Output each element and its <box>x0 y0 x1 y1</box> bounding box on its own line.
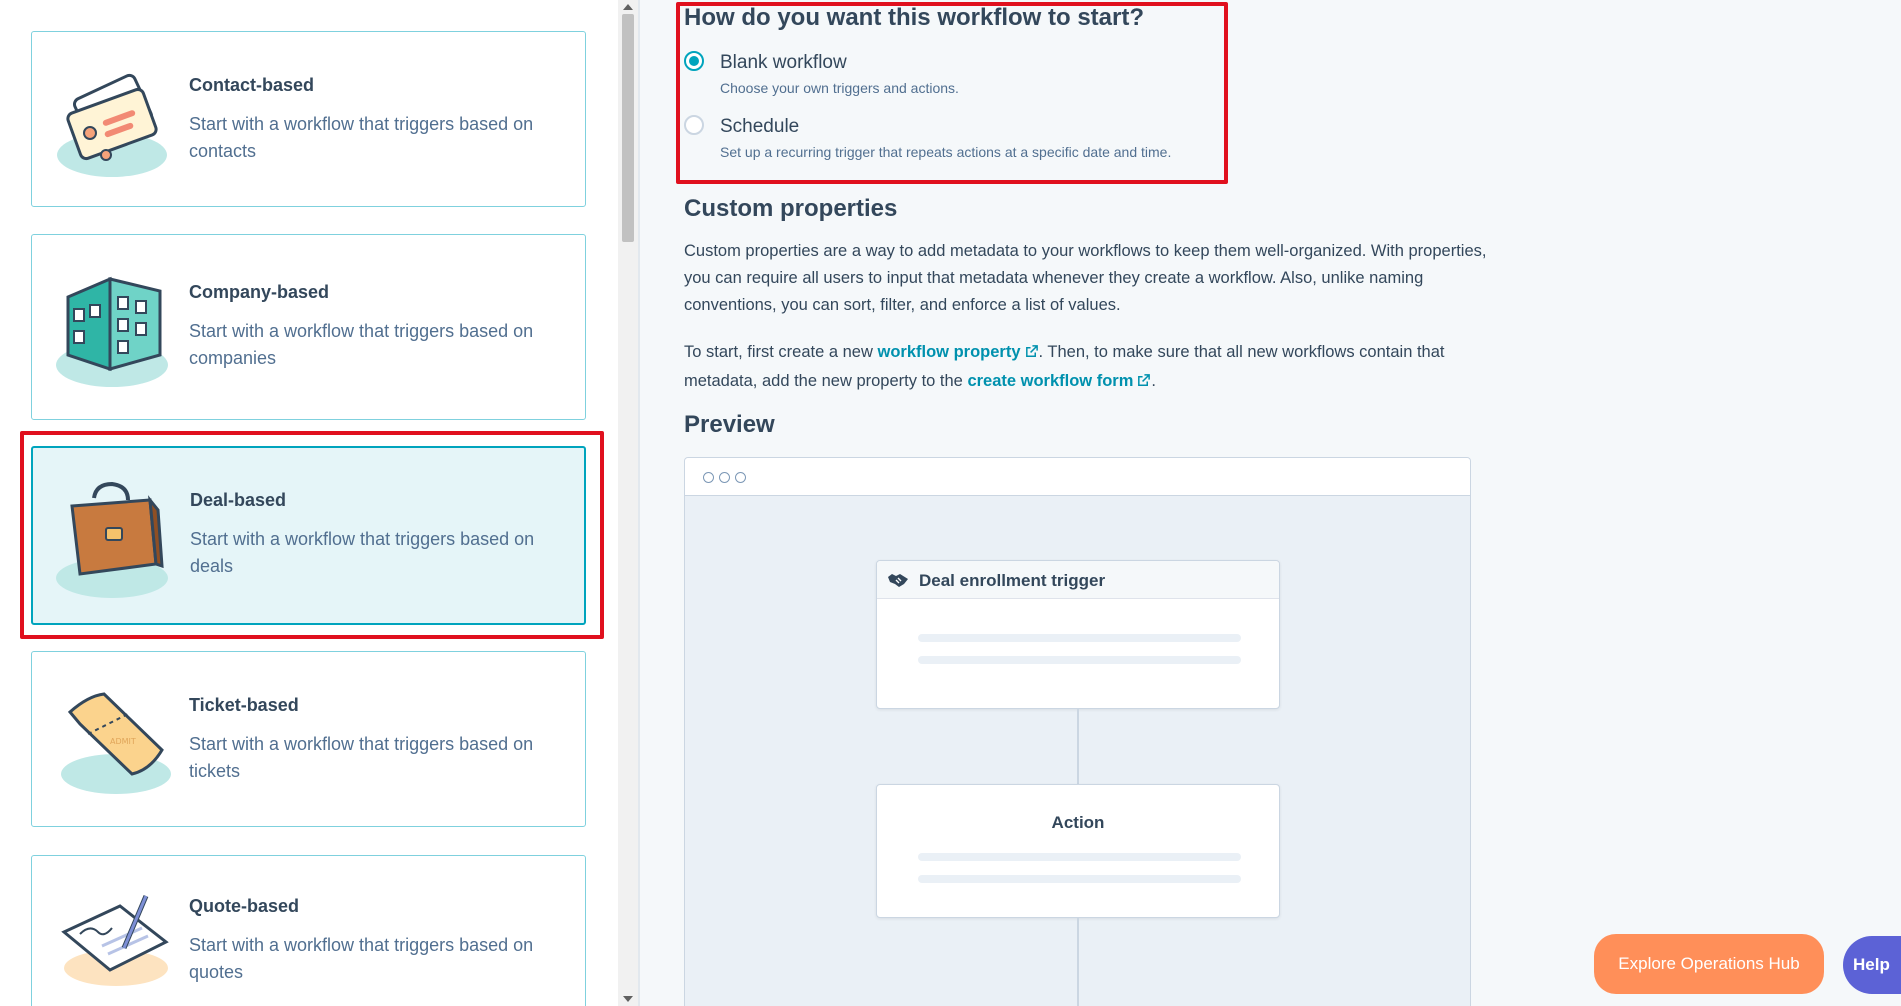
window-dot-icon <box>719 472 730 483</box>
explore-operations-hub-button[interactable]: Explore Operations Hub <box>1594 934 1824 994</box>
placeholder-line <box>918 875 1241 883</box>
radio-blank-workflow[interactable] <box>684 51 704 71</box>
workflow-property-link-label: workflow property <box>877 343 1021 361</box>
instructions-text-end: . <box>1151 372 1156 390</box>
ticket-icon: ADMIT <box>61 692 171 794</box>
instructions-text-start: To start, first create a new <box>684 343 878 361</box>
card-title: Ticket-based <box>189 695 299 715</box>
scroll-up-icon[interactable] <box>623 4 633 10</box>
card-ticket-based[interactable]: ADMIT Ticket-based Start with a workflow… <box>31 651 586 827</box>
workflow-options-panel: How do you want this workflow to start? … <box>640 0 1901 1006</box>
preview-heading: Preview <box>684 411 775 438</box>
card-description: Start with a workflow that triggers base… <box>189 734 534 781</box>
card-title: Company-based <box>189 282 330 302</box>
radio-help-schedule: Set up a recurring trigger that repeats … <box>720 144 1172 160</box>
signed-document-icon <box>61 895 169 986</box>
scroll-thumb[interactable] <box>622 14 634 242</box>
card-deal-based[interactable]: Deal-based Start with a workflow that tr… <box>31 446 586 625</box>
placeholder-line <box>918 634 1241 642</box>
card-company-based[interactable]: Company-based Start with a workflow that… <box>31 234 586 420</box>
radio-label-blank-workflow[interactable]: Blank workflow <box>720 52 847 74</box>
handshake-icon <box>888 574 908 587</box>
card-description: Start with a workflow that triggers base… <box>189 114 534 161</box>
card-description: Start with a workflow that triggers base… <box>189 935 534 982</box>
card-contact-based[interactable]: Contact-based Start with a workflow that… <box>31 31 586 207</box>
card-description: Start with a workflow that triggers base… <box>189 321 534 368</box>
trigger-node: Deal enrollment trigger <box>876 560 1280 709</box>
create-workflow-form-link[interactable]: create workflow form <box>967 372 1151 390</box>
custom-properties-instructions: To start, first create a new workflow pr… <box>684 338 1504 396</box>
radio-label-schedule[interactable]: Schedule <box>720 116 799 138</box>
briefcase-icon <box>56 481 168 598</box>
external-link-icon <box>1138 374 1151 386</box>
help-button[interactable]: Help <box>1843 936 1901 994</box>
node-connector <box>1077 918 1079 1006</box>
create-workflow-form-link-label: create workflow form <box>967 372 1134 390</box>
card-title: Deal-based <box>190 490 287 510</box>
scroll-down-icon[interactable] <box>623 996 633 1002</box>
custom-properties-heading: Custom properties <box>684 195 898 222</box>
node-connector <box>1077 709 1079 784</box>
svg-text:ADMIT: ADMIT <box>110 737 136 746</box>
card-title: Contact-based <box>189 75 315 95</box>
start-question-title: How do you want this workflow to start? <box>684 4 1144 31</box>
placeholder-line <box>918 853 1241 861</box>
card-title: Quote-based <box>189 896 300 916</box>
radio-help-blank-workflow: Choose your own triggers and actions. <box>720 80 959 96</box>
contact-cards-icon <box>57 73 167 177</box>
window-dot-icon <box>703 472 714 483</box>
left-panel-scrollbar[interactable] <box>618 0 638 1006</box>
trigger-node-header: Deal enrollment trigger <box>877 561 1279 599</box>
custom-properties-description: Custom properties are a way to add metad… <box>684 242 1487 314</box>
workflow-preview: Deal enrollment trigger Action <box>684 457 1471 1006</box>
placeholder-line <box>918 656 1241 664</box>
preview-window-bar <box>685 458 1470 496</box>
card-quote-based[interactable]: Quote-based Start with a workflow that t… <box>31 855 586 1006</box>
workflow-property-link[interactable]: workflow property <box>878 343 1039 361</box>
workflow-type-list: Contact-based Start with a workflow that… <box>0 0 618 1006</box>
radio-schedule[interactable] <box>684 115 704 135</box>
building-icon <box>56 276 168 387</box>
card-description: Start with a workflow that triggers base… <box>190 529 535 576</box>
trigger-node-title: Deal enrollment trigger <box>919 571 1106 590</box>
action-node: Action <box>876 784 1280 918</box>
window-dot-icon <box>735 472 746 483</box>
action-node-title: Action <box>1051 813 1105 832</box>
external-link-icon <box>1025 345 1038 357</box>
